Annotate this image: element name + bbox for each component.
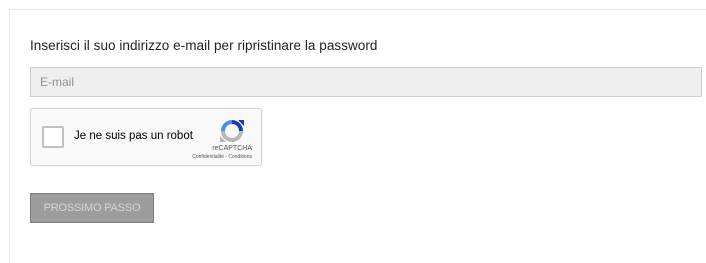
next-step-button[interactable]: PROSSIMO PASSO [30, 193, 154, 223]
top-divider [9, 9, 706, 10]
left-divider [9, 9, 10, 263]
recaptcha-checkbox[interactable] [42, 126, 64, 148]
recaptcha-widget: Je ne suis pas un robot reCAPTCHA Confid… [30, 108, 262, 166]
recaptcha-brand: reCAPTCHA [212, 145, 252, 152]
reset-password-form: Inserisci il suo indirizzo e-mail per ri… [30, 38, 706, 223]
recaptcha-terms-link[interactable]: Conditions [228, 154, 252, 160]
email-field[interactable] [30, 67, 702, 97]
recaptcha-logo-icon [220, 120, 244, 142]
instruction-text: Inserisci il suo indirizzo e-mail per ri… [30, 38, 378, 53]
recaptcha-privacy-link[interactable]: Confidentialité [192, 154, 224, 160]
recaptcha-label: Je ne suis pas un robot [74, 130, 193, 142]
password-reset-page: Inserisci il suo indirizzo e-mail per ri… [0, 0, 706, 263]
recaptcha-links: Confidentialité - Conditions [192, 154, 252, 160]
